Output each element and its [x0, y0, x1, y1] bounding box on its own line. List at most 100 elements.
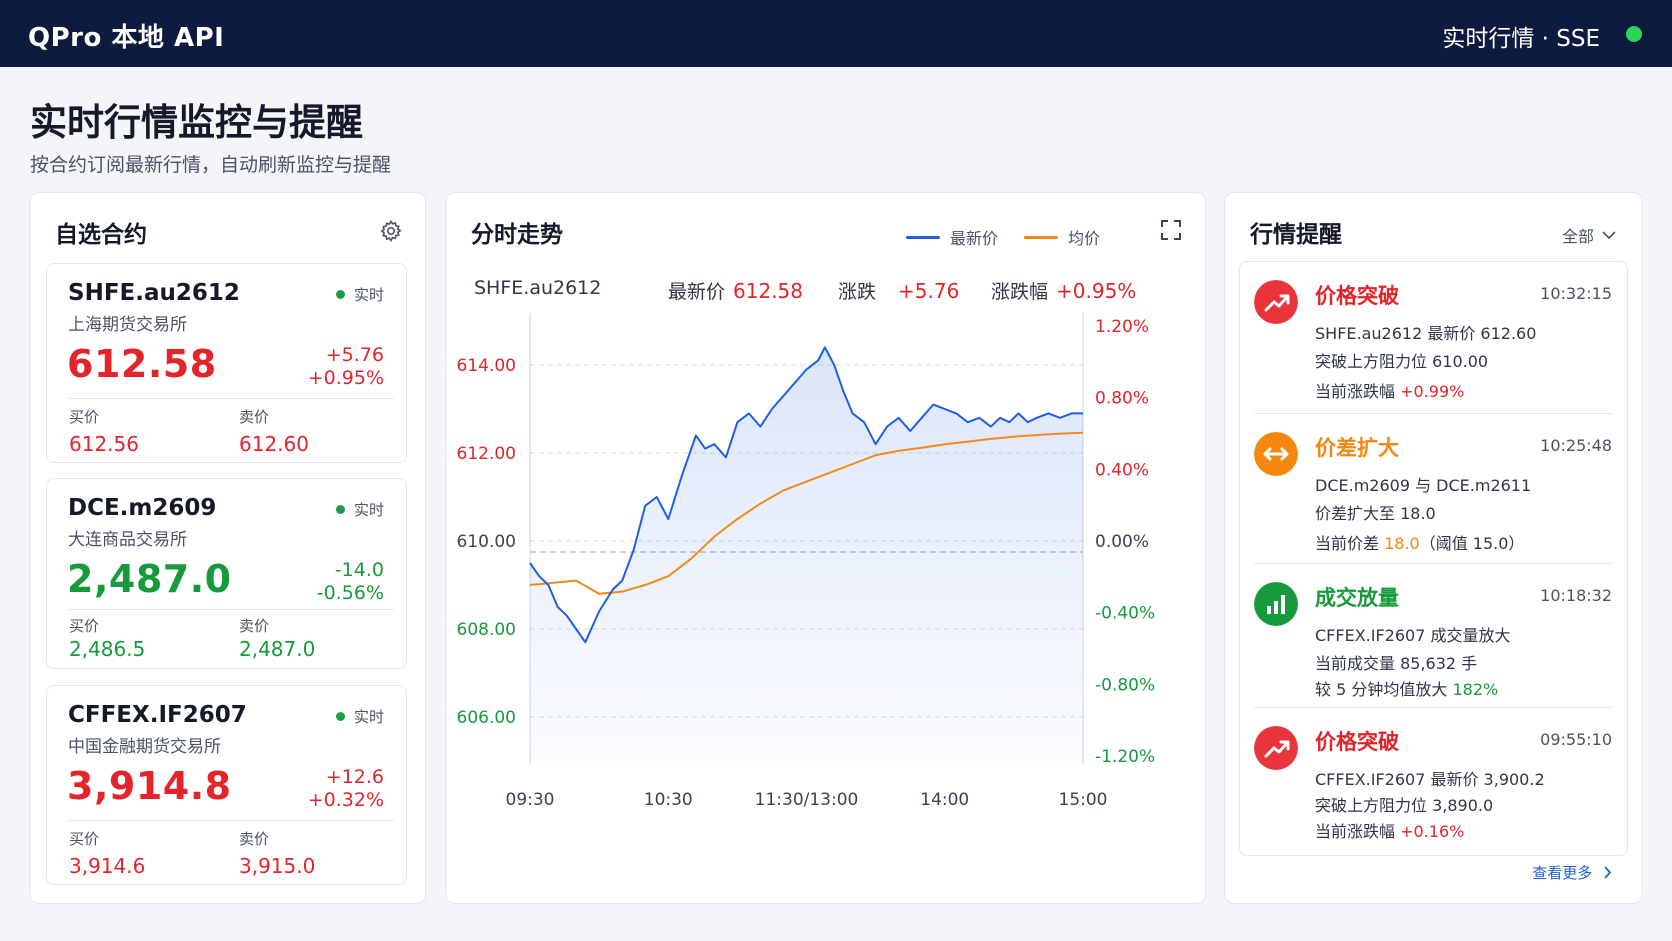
alert-metric-value: +0.99% — [1400, 382, 1465, 401]
y-tick-label: 608.00 — [457, 620, 516, 640]
bid-price: 3,914.6 — [69, 854, 146, 878]
y-tick-label-pct: 0.80% — [1095, 389, 1149, 409]
x-tick-label: 10:30 — [644, 790, 693, 810]
alert-title: 价差扩大 — [1315, 436, 1399, 460]
y-tick-label: 606.00 — [457, 708, 516, 728]
x-tick-label: 11:30/13:00 — [755, 790, 859, 810]
chevron-down-icon — [1602, 231, 1616, 240]
change-value: +5.76 — [898, 279, 960, 303]
ask-price: 2,487.0 — [239, 637, 316, 661]
price-change: -14.0 -0.56% — [317, 559, 384, 605]
bid-price: 2,486.5 — [69, 637, 146, 661]
alert-title: 价格突破 — [1315, 730, 1399, 754]
change-value: +12.6 — [325, 766, 384, 788]
y-tick-label-pct: 1.20% — [1095, 317, 1149, 337]
price-change: +5.76 +0.95% — [308, 344, 384, 390]
connection-dot-icon — [1626, 26, 1642, 42]
legend-average-price[interactable]: 均价 — [1024, 225, 1100, 249]
intraday-chart-panel: 614.00 612.00 610.00 608.00 606.00 1.20% 0.80%… — [445, 192, 1206, 904]
last-price-value: 612.58 — [733, 279, 803, 303]
trend-up-icon — [1254, 726, 1298, 770]
trend-up-icon — [1254, 280, 1298, 324]
view-more-link[interactable]: 查看更多 — [1532, 862, 1612, 883]
watchlist-title: 自选合约 — [55, 222, 147, 248]
alert-filter-dropdown[interactable]: 全部 — [1562, 223, 1616, 247]
fullscreen-icon[interactable] — [1160, 219, 1182, 241]
alert-metric: 当前涨跌幅 +0.16% — [1315, 818, 1464, 842]
alert-metric: 当前涨跌幅 +0.99% — [1315, 378, 1464, 402]
alert-title: 价格突破 — [1315, 284, 1399, 308]
price-area — [530, 347, 1083, 761]
bar-chart-icon — [1254, 582, 1298, 626]
live-badge: 实时 — [336, 706, 384, 727]
alert-metric-value: +0.16% — [1400, 822, 1465, 841]
view-more-label: 查看更多 — [1532, 864, 1593, 882]
alert-title: 成交放量 — [1315, 586, 1399, 610]
alert-metric: 较 5 分钟均值放大 182% — [1315, 676, 1498, 700]
change-label: 涨跌 — [838, 281, 877, 303]
alert-item[interactable]: 价格突破 09:55:10 CFFEX.IF2607 最新价 3,900.2 突… — [1240, 708, 1627, 856]
change-percent: +0.32% — [307, 789, 384, 811]
bid-label: 买价 — [69, 830, 100, 848]
exchange-name: 中国金融期货交易所 — [68, 737, 221, 757]
last-price: 3,914.8 — [67, 764, 232, 808]
contract-symbol: CFFEX.IF2607 — [68, 702, 247, 728]
divider — [67, 820, 394, 821]
y-tick-label: 610.00 — [457, 532, 516, 552]
alert-metric-label: 当前价差 — [1315, 534, 1385, 553]
alert-item[interactable]: 成交放量 10:18:32 CFFEX.IF2607 成交量放大 当前成交量 8… — [1240, 564, 1627, 708]
y-tick-label: 612.00 — [457, 444, 516, 464]
alert-detail: 当前成交量 85,632 手 — [1315, 654, 1478, 673]
x-tick-label: 09:30 — [506, 790, 555, 810]
alert-detail: CFFEX.IF2607 成交量放大 — [1315, 626, 1511, 645]
contract-card[interactable]: CFFEX.IF2607 实时 中国金融期货交易所 3,914.8 +12.6 … — [46, 685, 407, 885]
legend-line-orange — [1024, 236, 1058, 239]
y-tick-label-pct: 0.40% — [1095, 460, 1149, 480]
alerts-title: 行情提醒 — [1250, 222, 1342, 248]
contract-symbol: DCE.m2609 — [68, 495, 217, 521]
page-title: 实时行情监控与提醒 — [30, 101, 363, 144]
chevron-right-icon — [1604, 866, 1612, 879]
alert-time: 10:32:15 — [1540, 284, 1612, 303]
live-badge: 实时 — [336, 499, 384, 520]
alert-metric-label: 较 5 分钟均值放大 — [1315, 680, 1453, 699]
ask-label: 卖价 — [239, 617, 270, 635]
alert-detail: DCE.m2609 与 DCE.m2611 — [1315, 476, 1532, 495]
filter-label: 全部 — [1561, 227, 1594, 246]
legend-label: 最新价 — [950, 229, 999, 248]
live-badge: 实时 — [336, 284, 384, 305]
contract-card[interactable]: SHFE.au2612 实时 上海期货交易所 612.58 +5.76 +0.9… — [46, 263, 407, 463]
alert-item[interactable]: 价差扩大 10:25:48 DCE.m2609 与 DCE.m2611 价差扩大… — [1240, 414, 1627, 564]
ask-label: 卖价 — [239, 408, 270, 426]
alert-detail: 价差扩大至 18.0 — [1315, 504, 1436, 523]
bid-price: 612.56 — [69, 432, 139, 456]
chart-last-price: 最新价 612.58 — [668, 277, 803, 304]
alert-time: 09:55:10 — [1540, 730, 1612, 749]
change-value: -14.0 — [334, 559, 384, 581]
change-pct-value: +0.95% — [1056, 279, 1137, 303]
x-tick-label: 15:00 — [1059, 790, 1108, 810]
change-percent: +0.95% — [307, 367, 384, 389]
change-percent: -0.56% — [316, 582, 384, 604]
y-tick-label-pct: -0.80% — [1095, 675, 1155, 695]
bid-label: 买价 — [69, 617, 100, 635]
chart-title: 分时走势 — [471, 222, 563, 248]
last-price: 612.58 — [67, 342, 217, 386]
y-tick-label-pct: -1.20% — [1095, 747, 1155, 767]
bid-label: 买价 — [69, 408, 100, 426]
alert-metric-threshold: （阈值 15.0） — [1419, 534, 1525, 553]
contract-card[interactable]: DCE.m2609 实时 大连商品交易所 2,487.0 -14.0 -0.56… — [46, 478, 407, 669]
alert-metric: 当前价差 18.0（阈值 15.0） — [1315, 530, 1524, 554]
exchange-name: 上海期货交易所 — [68, 315, 187, 335]
gear-icon[interactable] — [379, 219, 403, 243]
legend-last-price[interactable]: 最新价 — [906, 225, 998, 249]
alert-item[interactable]: 价格突破 10:32:15 SHFE.au2612 最新价 612.60 突破上… — [1240, 262, 1627, 414]
ask-label: 卖价 — [239, 830, 270, 848]
chart-change: 涨跌 +5.76 — [838, 277, 959, 304]
x-tick-label: 14:00 — [920, 790, 969, 810]
app-title: QPro 本地 API — [28, 23, 225, 53]
change-value: +5.76 — [325, 344, 384, 366]
contract-symbol: SHFE.au2612 — [68, 280, 240, 306]
y-tick-label-pct: -0.40% — [1095, 604, 1155, 624]
divider — [67, 398, 394, 399]
